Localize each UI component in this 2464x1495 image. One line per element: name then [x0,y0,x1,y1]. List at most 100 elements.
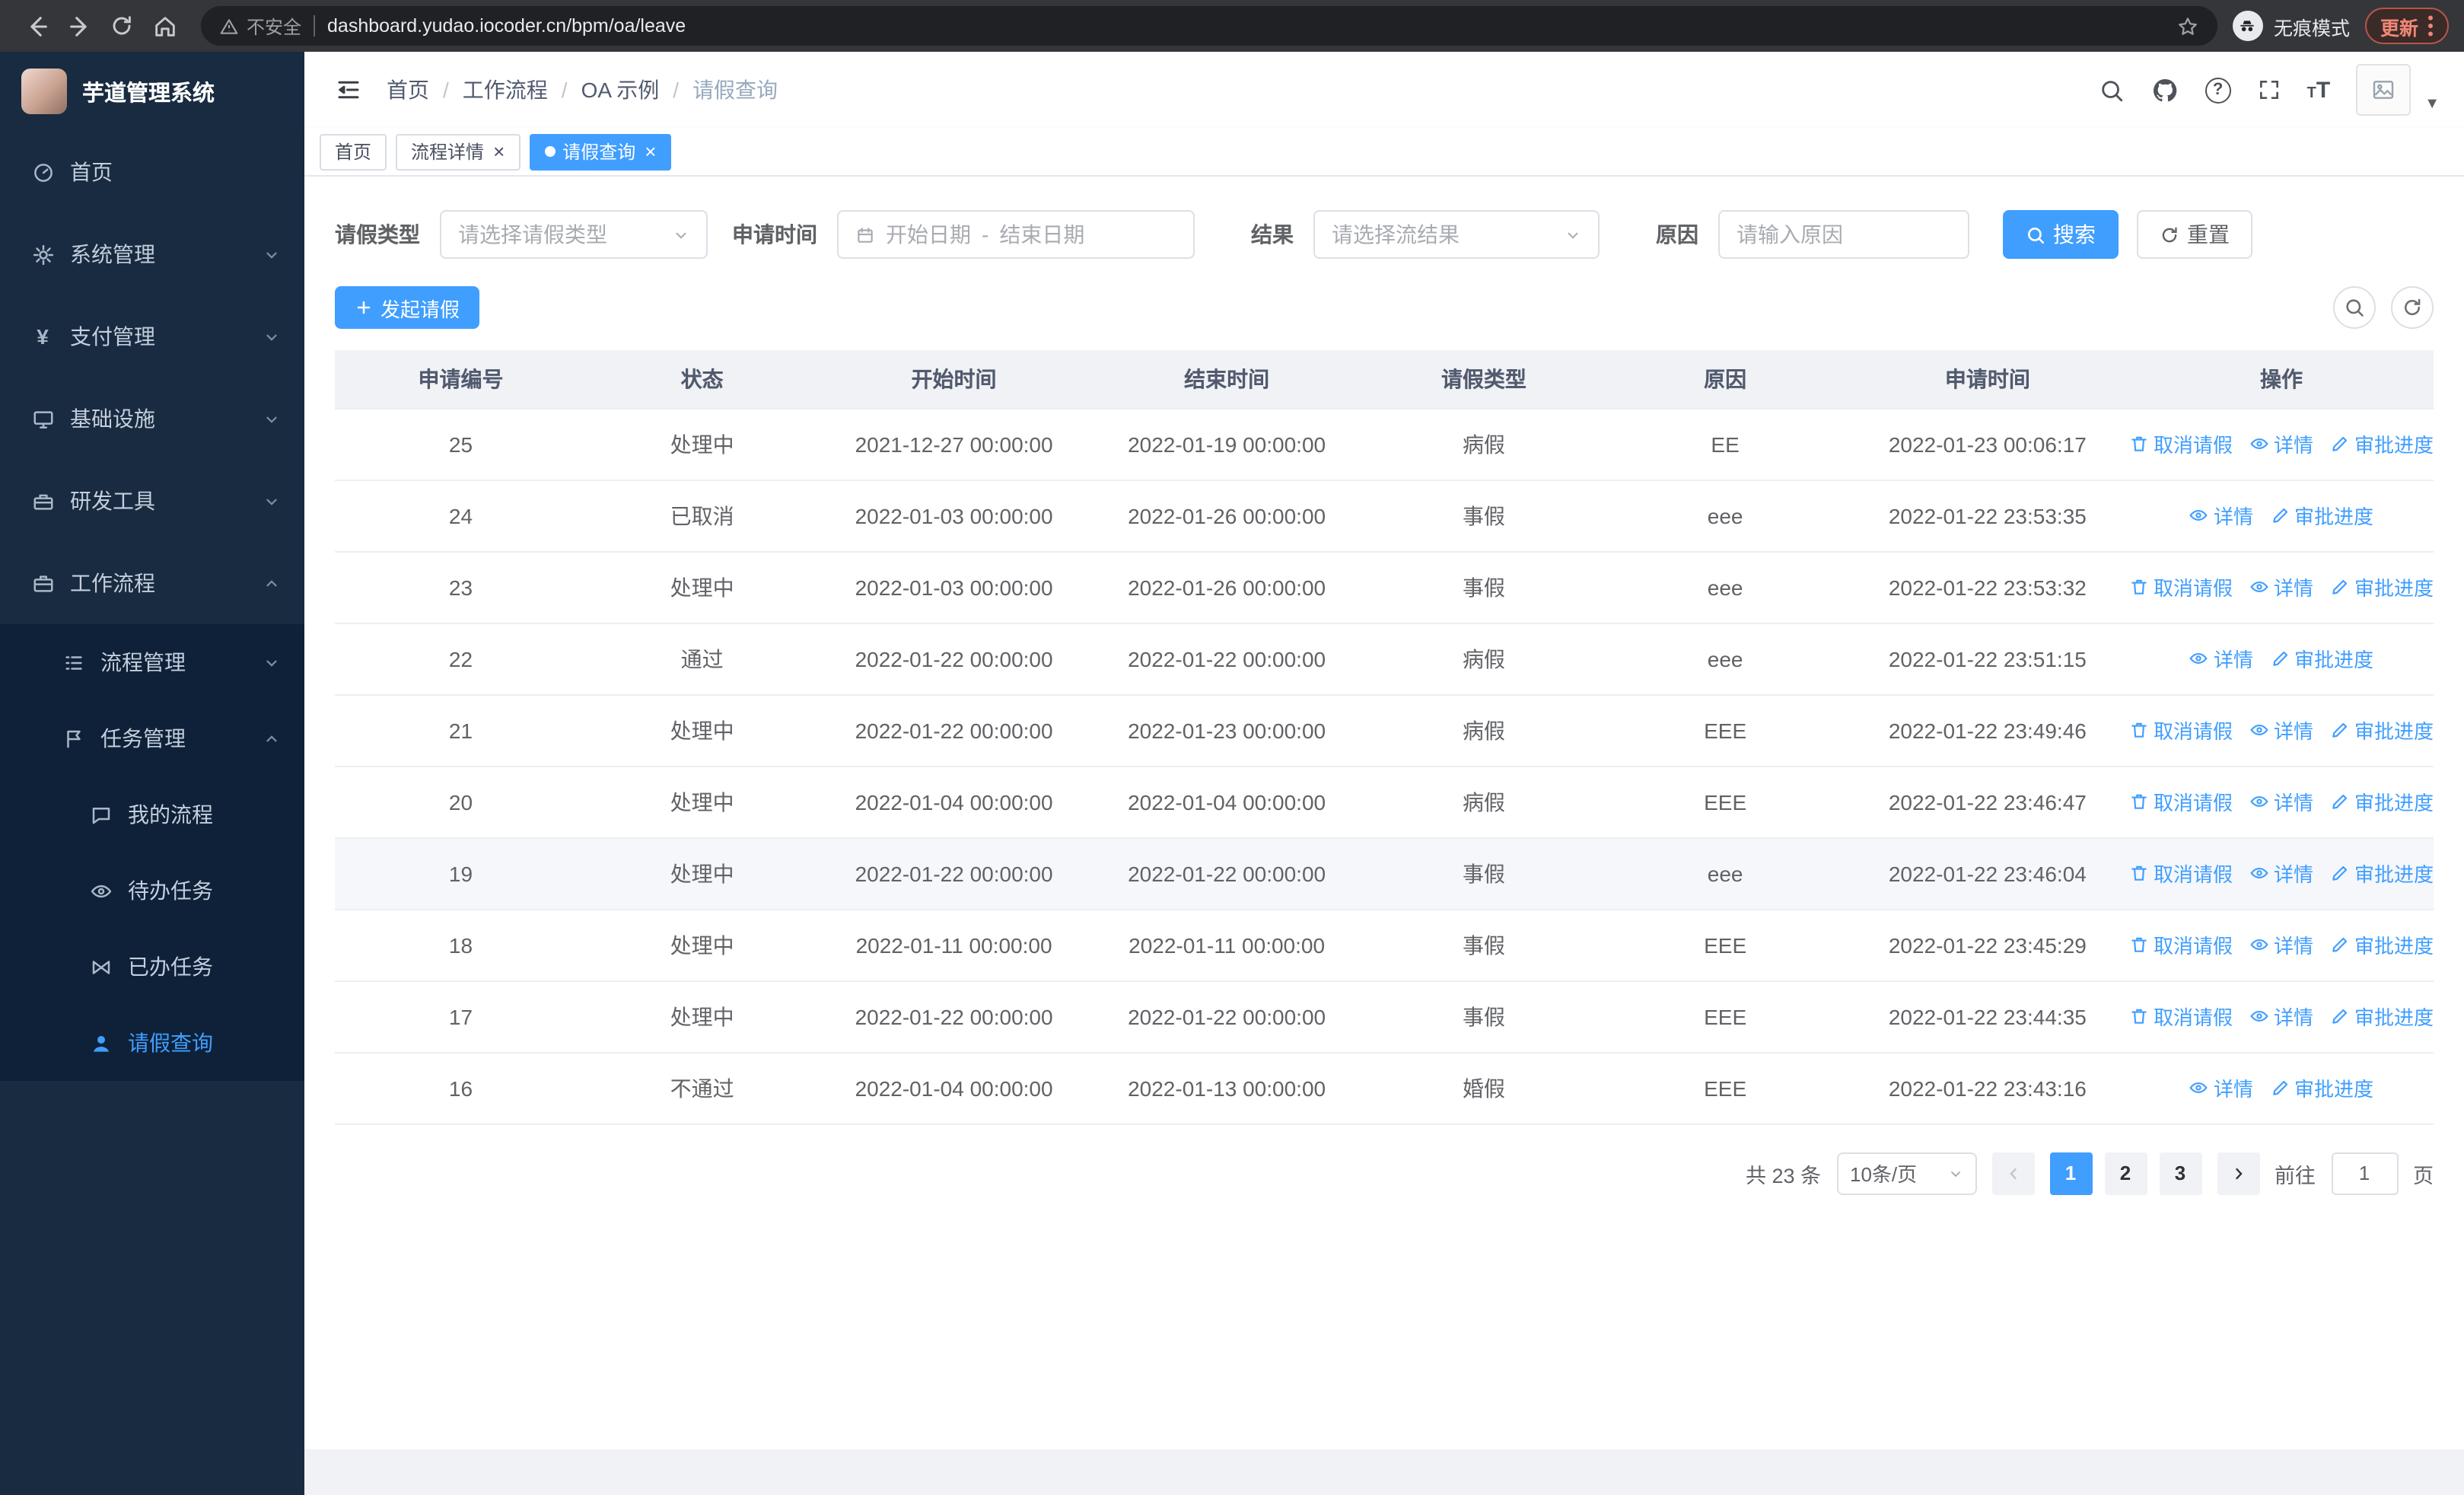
caret-down-icon[interactable]: ▼ [2424,96,2440,113]
cell-applied: 2022-01-22 23:43:16 [1845,1052,2129,1124]
approval-progress-link[interactable]: 审批进度 [2330,572,2434,601]
breadcrumb-item-home[interactable]: 首页 [387,75,429,105]
eye-icon [2249,863,2269,883]
reason-label: 原因 [1656,222,1698,247]
browser-update-button[interactable]: 更新 [2364,8,2449,44]
close-icon[interactable]: × [645,142,656,161]
detail-link[interactable]: 详情 [2189,644,2253,673]
cell-applied: 2022-01-22 23:46:47 [1845,766,2129,838]
cancel-leave-link[interactable]: 取消请假 [2129,930,2233,959]
refresh-table-button[interactable] [2391,286,2434,329]
approval-progress-link[interactable]: 审批进度 [2330,930,2434,959]
detail-link[interactable]: 详情 [2189,1073,2253,1102]
cell-applied: 2022-01-22 23:44:35 [1845,980,2129,1053]
sidebar-item-devtools[interactable]: 研发工具 [0,460,304,542]
start-date-placeholder[interactable]: 开始日期 [886,219,971,250]
help-icon[interactable]: ? [2205,77,2231,103]
end-date-placeholder[interactable]: 结束日期 [999,219,1084,250]
result-select[interactable]: 请选择流结果 [1313,210,1600,259]
sidebar-item-workflow[interactable]: 工作流程 [0,542,304,624]
approval-progress-link[interactable]: 审批进度 [2330,1002,2434,1031]
sidebar-item-infrastructure[interactable]: 基础设施 [0,378,304,460]
page-number-button[interactable]: 1 [2049,1152,2092,1194]
cancel-leave-link[interactable]: 取消请假 [2129,429,2233,458]
tab-process-detail[interactable]: 流程详情 × [396,133,520,170]
reason-input[interactable] [1737,222,1951,247]
next-page-button[interactable] [2217,1152,2259,1194]
sidebar-item-leave-query[interactable]: 请假查询 [0,1005,304,1081]
detail-link[interactable]: 详情 [2249,429,2313,458]
cancel-leave-link[interactable]: 取消请假 [2129,787,2233,816]
tab-home[interactable]: 首页 [320,133,387,170]
approval-progress-link[interactable]: 审批进度 [2330,787,2434,816]
detail-link[interactable]: 详情 [2249,787,2313,816]
detail-link[interactable]: 详情 [2249,572,2313,601]
broken-image-icon [2373,81,2394,99]
approval-progress-link[interactable]: 审批进度 [2270,501,2373,530]
page-size-select[interactable]: 10条/页 [1836,1152,1976,1194]
cancel-leave-link[interactable]: 取消请假 [2129,859,2233,888]
approval-progress-link[interactable]: 审批进度 [2270,644,2373,673]
user-avatar[interactable] [2356,64,2411,116]
sidebar-item-home[interactable]: 首页 [0,131,304,213]
github-icon[interactable] [2150,75,2179,104]
search-button[interactable]: 搜索 [2003,210,2119,259]
detail-link[interactable]: 详情 [2249,930,2313,959]
workflow-submenu: 流程管理 任务管理 我的流程 待办任务 已办任务 请假查询 [0,624,304,1081]
eye-icon [2189,649,2209,668]
page-number-button[interactable]: 3 [2159,1152,2201,1194]
close-icon[interactable]: × [493,142,505,161]
detail-link[interactable]: 详情 [2249,859,2313,888]
tab-leave-query[interactable]: 请假查询 × [529,133,672,170]
detail-link[interactable]: 详情 [2189,501,2253,530]
prev-page-button[interactable] [1991,1152,2034,1194]
sidebar-item-done-tasks[interactable]: 已办任务 [0,929,304,1005]
chevron-down-icon [263,328,280,345]
sidebar-item-pending-tasks[interactable]: 待办任务 [0,853,304,929]
reset-button[interactable]: 重置 [2137,210,2252,259]
sidebar-item-task-management[interactable]: 任务管理 [0,700,304,776]
search-toggle-button[interactable] [2333,286,2376,329]
date-range-picker[interactable]: 开始日期 - 结束日期 [837,210,1195,259]
goto-page-input[interactable] [2331,1152,2398,1194]
breadcrumb-item-workflow[interactable]: 工作流程 [463,75,548,105]
page-number-button[interactable]: 2 [2104,1152,2147,1194]
detail-link[interactable]: 详情 [2249,716,2313,744]
cell-id: 18 [335,909,587,981]
eye-icon [2249,935,2269,955]
sidebar-item-system[interactable]: 系统管理 [0,213,304,295]
table-row: 22 通过 2022-01-22 00:00:00 2022-01-22 00:… [335,623,2434,695]
menu-label: 基础设施 [70,406,155,431]
url-text[interactable]: dashboard.yudao.iocoder.cn/bpm/oa/leave [327,15,2164,37]
approval-progress-link[interactable]: 审批进度 [2330,716,2434,744]
cancel-leave-link[interactable]: 取消请假 [2129,572,2233,601]
cancel-leave-link[interactable]: 取消请假 [2129,1002,2233,1031]
table-row: 17 处理中 2022-01-22 00:00:00 2022-01-22 00… [335,980,2434,1053]
search-icon[interactable] [2099,77,2125,103]
sidebar-item-process-management[interactable]: 流程管理 [0,624,304,700]
browser-back-button[interactable] [15,5,58,47]
breadcrumb-item-oa-example[interactable]: OA 示例 [581,75,660,105]
cancel-leave-link[interactable]: 取消请假 [2129,716,2233,744]
approval-progress-link[interactable]: 审批进度 [2330,429,2434,458]
cell-reason: eee [1604,551,1846,623]
approval-progress-link[interactable]: 审批进度 [2330,859,2434,888]
sidebar-item-my-processes[interactable]: 我的流程 [0,776,304,853]
browser-forward-button[interactable] [58,5,100,47]
leave-type-select[interactable]: 请选择请假类型 [440,210,708,259]
create-leave-button[interactable]: 发起请假 [335,286,480,329]
cell-end: 2022-01-26 00:00:00 [1090,551,1364,623]
url-bar[interactable]: 不安全 dashboard.yudao.iocoder.cn/bpm/oa/le… [201,6,2217,46]
approval-progress-link[interactable]: 审批进度 [2270,1073,2373,1102]
refresh-icon [2405,298,2421,316]
detail-link[interactable]: 详情 [2249,1002,2313,1031]
font-size-icon[interactable]: TT [2307,77,2331,103]
sidebar-item-payment[interactable]: ¥ 支付管理 [0,295,304,378]
security-chip[interactable]: 不安全 [219,13,301,39]
bookmark-star-icon[interactable] [2176,14,2199,37]
app-logo[interactable]: 芋道管理系统 [0,52,304,131]
browser-home-button[interactable] [143,5,186,47]
menu-fold-icon[interactable] [329,70,368,110]
fullscreen-icon[interactable] [2257,78,2281,102]
browser-reload-button[interactable] [100,5,143,47]
